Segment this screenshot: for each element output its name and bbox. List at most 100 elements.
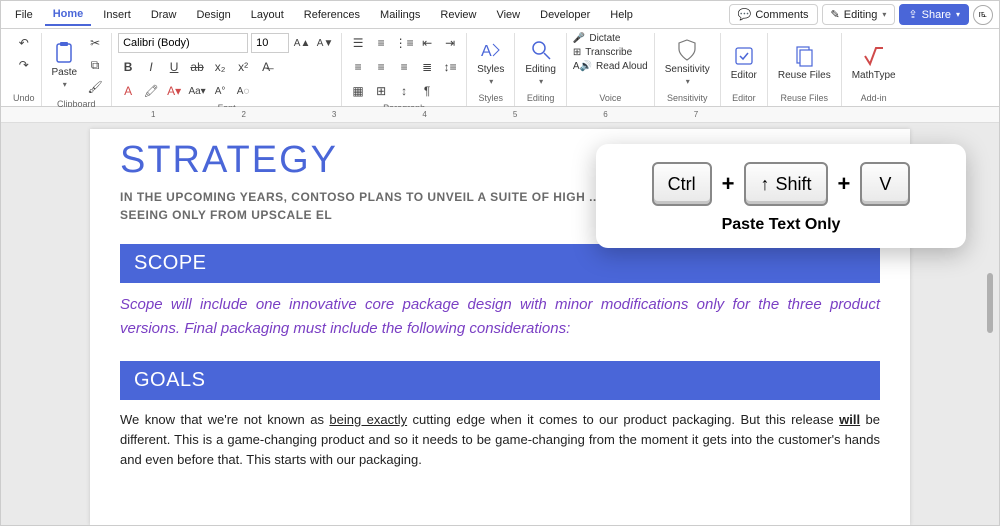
tab-mailings[interactable]: Mailings — [372, 5, 428, 25]
group-styles: A Styles ▾ Styles — [467, 33, 515, 106]
redo-button[interactable]: ↷ — [14, 55, 34, 75]
strike-button[interactable]: ab — [187, 57, 207, 77]
group-addin: MathType Add-in — [842, 33, 906, 106]
plus-icon: + — [722, 171, 735, 197]
group-undo-label: Undo — [13, 91, 35, 106]
scope-heading: SCOPE — [120, 244, 880, 283]
font-size-select[interactable] — [251, 33, 289, 53]
tab-help[interactable]: Help — [602, 5, 641, 25]
paste-button[interactable]: Paste ▾ — [48, 39, 82, 91]
justify-button[interactable]: ≣ — [417, 57, 437, 77]
underline-button[interactable]: U — [164, 57, 184, 77]
bold-button[interactable]: B — [118, 57, 138, 77]
group-reuse: Reuse Files Reuse Files — [768, 33, 842, 106]
editor-button[interactable]: Editor — [727, 42, 761, 83]
copy-button[interactable]: ⧉ — [85, 55, 105, 75]
user-avatar[interactable]: ௩ — [973, 5, 993, 25]
editing-group-btn-label: Editing — [525, 64, 556, 75]
sort-button[interactable]: ↕ — [394, 81, 414, 101]
char-border-button[interactable]: A◌ — [233, 81, 253, 101]
tab-layout[interactable]: Layout — [243, 5, 292, 25]
read-aloud-label: Read Aloud — [596, 61, 648, 72]
ruler-mark: 6 — [603, 110, 613, 119]
key-shift: ↑ Shift — [744, 162, 827, 206]
chevron-down-icon: ▾ — [63, 80, 67, 89]
superscript-button[interactable]: x² — [233, 57, 253, 77]
share-label: Share — [922, 9, 951, 21]
tab-design[interactable]: Design — [188, 5, 238, 25]
bullets-button[interactable]: ☰ — [348, 33, 368, 53]
change-case-button[interactable]: Aa▾ — [187, 81, 207, 101]
highlight-button[interactable]: 🖍 — [141, 81, 161, 101]
grow-font-button[interactable]: A▲ — [292, 33, 312, 53]
align-left-button[interactable]: ≡ — [348, 57, 368, 77]
chevron-down-icon: ▾ — [539, 77, 543, 86]
tab-draw[interactable]: Draw — [143, 5, 185, 25]
group-sensitivity-label: Sensitivity — [667, 91, 708, 106]
borders-button[interactable]: ⊞ — [371, 81, 391, 101]
plus-icon: + — [838, 171, 851, 197]
share-button[interactable]: ⇪ Share ▾ — [899, 4, 969, 25]
tab-view[interactable]: View — [488, 5, 528, 25]
group-addin-label: Add-in — [861, 91, 887, 106]
mathtype-label: MathType — [852, 70, 896, 81]
align-right-button[interactable]: ≡ — [394, 57, 414, 77]
key-shift-label: Shift — [775, 174, 811, 195]
italic-button[interactable]: I — [141, 57, 161, 77]
chevron-down-icon: ▾ — [686, 77, 690, 86]
tab-developer[interactable]: Developer — [532, 5, 598, 25]
share-icon: ⇪ — [908, 8, 917, 21]
text-effects-button[interactable]: A▾ — [164, 81, 184, 101]
subscript-button[interactable]: x₂ — [210, 57, 230, 77]
tab-file[interactable]: File — [7, 5, 41, 25]
numbering-button[interactable]: ≡ — [371, 33, 391, 53]
dictate-label: Dictate — [589, 33, 620, 44]
tab-insert[interactable]: Insert — [95, 5, 139, 25]
editor-label: Editor — [731, 70, 757, 81]
editing-mode-button[interactable]: ✎ Editing ▾ — [822, 4, 896, 25]
ruler-mark: 7 — [694, 110, 704, 119]
read-aloud-button[interactable]: A🔊Read Aloud — [573, 61, 648, 72]
format-painter-button[interactable]: 🖌 — [85, 77, 105, 97]
chevron-down-icon: ▾ — [489, 77, 493, 86]
editor-icon — [732, 44, 756, 68]
transcribe-button[interactable]: ⊞Transcribe — [573, 47, 632, 58]
increase-indent-button[interactable]: ⇥ — [440, 33, 460, 53]
show-marks-button[interactable]: ¶ — [417, 81, 437, 101]
ruler-mark: 1 — [151, 110, 161, 119]
tab-review[interactable]: Review — [432, 5, 484, 25]
sensitivity-button[interactable]: Sensitivity ▾ — [661, 36, 714, 88]
ruler-mark: 3 — [332, 110, 342, 119]
shrink-font-button[interactable]: A▼ — [315, 33, 335, 53]
scrollbar-thumb[interactable] — [987, 273, 993, 333]
tab-home[interactable]: Home — [45, 4, 92, 26]
shield-icon — [675, 38, 699, 62]
char-shading-button[interactable]: A° — [210, 81, 230, 101]
font-name-select[interactable] — [118, 33, 248, 53]
decrease-indent-button[interactable]: ⇤ — [417, 33, 437, 53]
tab-references[interactable]: References — [296, 5, 368, 25]
comments-button[interactable]: 💬 Comments — [729, 4, 818, 25]
group-clipboard: Paste ▾ ✂ ⧉ 🖌 Clipboard — [42, 33, 113, 106]
shading-button[interactable]: ▦ — [348, 81, 368, 101]
line-spacing-button[interactable]: ↕≡ — [440, 57, 460, 77]
editing-button[interactable]: Editing ▾ — [521, 36, 560, 88]
multilevel-button[interactable]: ⋮≡ — [394, 33, 414, 53]
align-center-button[interactable]: ≡ — [371, 57, 391, 77]
cut-button[interactable]: ✂ — [85, 33, 105, 53]
transcribe-icon: ⊞ — [573, 47, 581, 58]
font-color-button[interactable]: A — [118, 81, 138, 101]
reuse-files-button[interactable]: Reuse Files — [774, 42, 835, 83]
clear-format-button[interactable]: A̶ — [256, 57, 276, 77]
mathtype-button[interactable]: MathType — [848, 42, 900, 83]
group-editor: Editor Editor — [721, 33, 768, 106]
group-paragraph: ☰ ≡ ⋮≡ ⇤ ⇥ ≡ ≡ ≡ ≣ ↕≡ ▦ ⊞ ↕ ¶ — [342, 33, 467, 106]
group-reuse-label: Reuse Files — [781, 91, 829, 106]
dictate-button[interactable]: 🎤Dictate — [573, 33, 621, 44]
find-icon — [529, 38, 553, 62]
styles-button[interactable]: A Styles ▾ — [473, 36, 508, 88]
undo-button[interactable]: ↶ — [14, 33, 34, 53]
styles-icon: A — [479, 38, 503, 62]
horizontal-ruler[interactable]: 1 2 3 4 5 6 7 — [1, 107, 999, 123]
goals-text: We know that we're not known as — [120, 412, 329, 427]
